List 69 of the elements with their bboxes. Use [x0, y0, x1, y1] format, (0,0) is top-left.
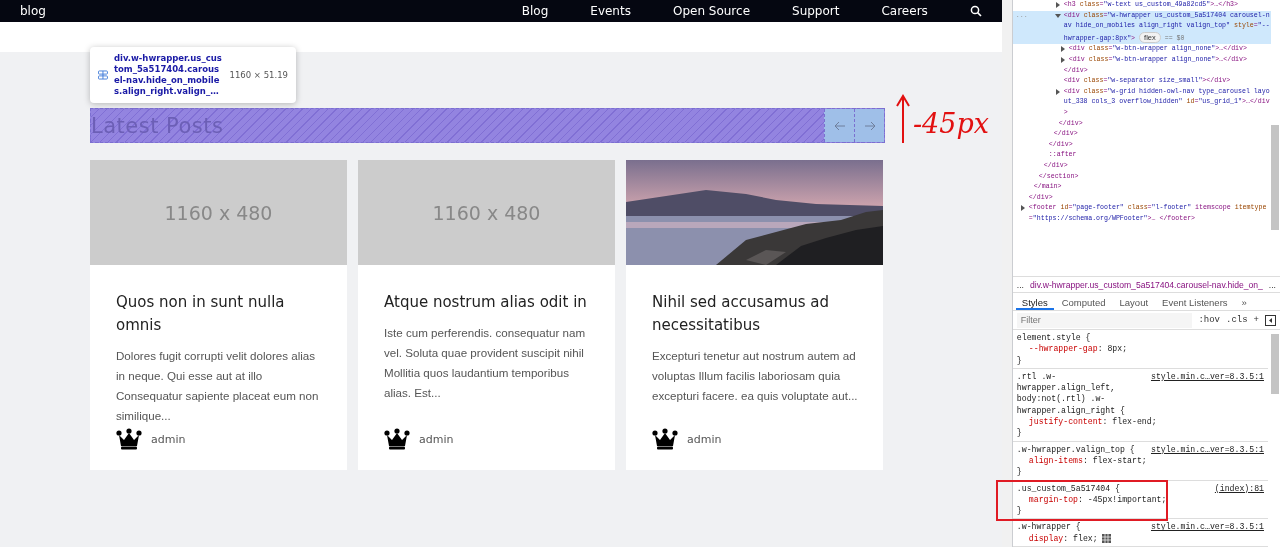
placeholder-size: 1160 x 480: [164, 201, 273, 224]
nav-link[interactable]: Careers: [881, 4, 928, 18]
grid-icon[interactable]: [1101, 533, 1111, 543]
panel-tab[interactable]: Event Listeners: [1156, 293, 1234, 311]
author-name[interactable]: admin: [419, 432, 454, 446]
css-selector: .w-hwrapper.valign_top {: [1016, 443, 1136, 455]
post-title[interactable]: Nihil sed accusamus ad necessitatibus: [652, 291, 863, 337]
crown-icon: [652, 428, 678, 450]
css-selector: .us_custom_5a517404 {: [1016, 482, 1121, 494]
toolbar-button[interactable]: :hov: [1198, 315, 1220, 326]
crown-icon: [384, 428, 410, 450]
closing-brace: }: [1016, 354, 1023, 366]
css-selector: element.style {: [1016, 331, 1092, 344]
nav-link[interactable]: Blog: [521, 4, 549, 18]
left-arrow-icon: [833, 120, 846, 131]
crown-icon: [116, 428, 142, 450]
closing-brace: }: [1016, 505, 1023, 517]
scrollbar-thumb[interactable]: [1271, 333, 1279, 394]
nav-link[interactable]: Open Source: [672, 4, 751, 18]
css-declaration[interactable]: display: flex;: [1028, 532, 1098, 544]
css-declaration[interactable]: margin-top: -45px!important;: [1028, 493, 1167, 506]
toolbar-button[interactable]: .cls: [1226, 315, 1248, 326]
panel-tab[interactable]: Computed: [1055, 293, 1112, 311]
site-logo[interactable]: blog: [20, 4, 46, 18]
author-name[interactable]: admin: [151, 432, 186, 446]
breadcrumb-more[interactable]: ...: [1016, 279, 1024, 290]
post-title[interactable]: Atque nostrum alias odit in: [384, 291, 595, 314]
breadcrumb-more[interactable]: ...: [1268, 279, 1276, 290]
expand-icon[interactable]: [1054, 88, 1061, 95]
scrollbar-thumb[interactable]: [1271, 125, 1279, 230]
panel-tab[interactable]: Styles: [1015, 293, 1054, 311]
more-tabs-button[interactable]: »: [1235, 293, 1253, 311]
post-card[interactable]: Nihil sed accusamus ad necessitatibus Excepturi tenetur aut nostrum autem ad voluptas Illum facilis laboriosam quia excepturi facere. ea quis voluptate aut... admin: [626, 160, 883, 470]
post-title[interactable]: Quos non in sunt nulla omnis: [116, 291, 327, 337]
grid-icon: [98, 70, 108, 80]
post-excerpt: Excepturi tenetur aut nostrum autem ad voluptas Illum facilis laboriosam quia excepturi facere. ea quis voluptate aut...: [652, 348, 859, 404]
css-declaration[interactable]: --hwrapper-gap: 8px;: [1028, 343, 1128, 355]
css-selector: .w-hwrapper {: [1016, 521, 1082, 533]
expand-icon[interactable]: [1054, 2, 1061, 8]
source-link[interactable]: style.min.c…ver=8.3.5:1: [1151, 521, 1264, 533]
collapse-icon[interactable]: [1054, 12, 1061, 19]
toolbar-button[interactable]: +: [1253, 315, 1259, 326]
panel-tab[interactable]: Layout: [1113, 293, 1155, 311]
nav-link[interactable]: Support: [792, 4, 840, 18]
source-link[interactable]: style.min.c…ver=8.3.5:1: [1151, 370, 1264, 383]
right-arrow-icon: [863, 120, 876, 131]
css-declaration[interactable]: align-items: flex-start;: [1028, 454, 1147, 467]
closing-brace: }: [1016, 427, 1023, 439]
css-selector: .rtl .w-hwrapper.align_left, body:not(.rtl) .w-hwrapper.align_right {: [1016, 370, 1126, 416]
source-link[interactable]: (index):81: [1214, 482, 1264, 494]
post-card[interactable]: 1160 x 480 Atque nostrum alias odit in Iste cum perferendis. consequatur nam vel. Soluta quae provident suscipit nihil Mollitia quos laudantium temporibus alias. Est... admin: [358, 160, 615, 470]
filter-field[interactable]: Filter: [1016, 312, 1193, 328]
css-declaration[interactable]: justify-content: flex-end;: [1028, 416, 1157, 428]
sidebar-toggle-icon[interactable]: [1265, 314, 1276, 326]
post-excerpt: Dolores fugit corrupti velit dolores alias in neque. Qui esse aut at illo Consequatur sapiente placeat eum non similique...: [116, 348, 320, 424]
author-name[interactable]: admin: [687, 432, 722, 446]
annotation-text: -45px: [913, 110, 989, 138]
closing-brace: }: [1016, 466, 1023, 478]
element-size: 1160 × 51.19: [229, 69, 288, 81]
expand-icon[interactable]: [1019, 205, 1026, 212]
element-selector: div.w-hwrapper.us_custom_5a517404.carousel-nav.hide_on_mobiles.align_right.valign_…: [113, 53, 223, 97]
up-arrow-icon: [895, 94, 911, 144]
search-icon[interactable]: [969, 5, 982, 17]
breadcrumb-item[interactable]: div.w-hwrapper.us_custom_5a517404.carousel-nav.hide_on_: [1030, 279, 1263, 290]
post-excerpt: Iste cum perferendis. consequatur nam vel. Soluta quae provident suscipit nihil Mollitia quos laudantium temporibus alias. Est...: [384, 325, 587, 401]
source-link[interactable]: style.min.c…ver=8.3.5:1: [1151, 443, 1264, 455]
nav-link[interactable]: Events: [590, 4, 631, 18]
post-card[interactable]: 1160 x 480 Quos non in sunt nulla omnis Dolores fugit corrupti velit dolores alias in neque. Qui esse aut at illo Consequatur sapiente placeat eum non similique... admin: [90, 160, 347, 470]
placeholder-size: 1160 x 480: [432, 201, 541, 224]
